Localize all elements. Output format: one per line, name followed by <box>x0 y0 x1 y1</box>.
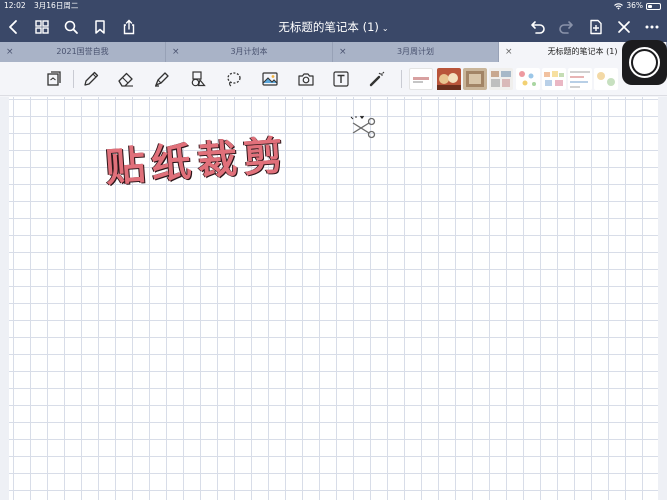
sticker-thumbnail[interactable] <box>409 68 433 90</box>
redo-button[interactable] <box>556 17 576 37</box>
handwritten-title-text: 贴纸裁剪 <box>103 131 291 192</box>
tab-label[interactable]: 3月周计划 <box>397 47 434 56</box>
more-button[interactable] <box>642 17 662 37</box>
status-left: 12:02 3月16日周二 <box>4 0 84 12</box>
chevron-down-icon[interactable]: ⌄ <box>382 24 389 33</box>
lasso-icon[interactable] <box>225 70 243 88</box>
add-page-icon[interactable] <box>588 19 604 35</box>
search-icon[interactable] <box>63 19 79 35</box>
more-icon[interactable] <box>644 19 660 35</box>
handwritten-title[interactable]: 贴纸裁剪 <box>104 129 375 195</box>
toolbar-divider <box>401 70 402 88</box>
reader-mode-button[interactable] <box>44 69 64 89</box>
status-bar: 12:02 3月16日周二 36% <box>0 0 667 12</box>
grid-button[interactable] <box>32 17 52 37</box>
tab-label[interactable]: 3月计划本 <box>230 47 267 56</box>
add-page-button[interactable] <box>586 17 606 37</box>
battery-icon <box>646 3 661 10</box>
pen-tool[interactable] <box>81 69 101 89</box>
wifi-icon <box>614 2 624 10</box>
tab-close-icon[interactable]: × <box>172 42 180 62</box>
redo-icon[interactable] <box>558 19 574 35</box>
laser-pointer-icon[interactable] <box>368 70 386 88</box>
tab-close-icon[interactable]: × <box>339 42 347 62</box>
sticker-thumbnail[interactable] <box>489 68 513 90</box>
camera-tool[interactable] <box>296 69 316 89</box>
tab-close-icon[interactable]: × <box>505 42 513 62</box>
pen-icon[interactable] <box>82 70 100 88</box>
share-icon[interactable] <box>121 19 137 35</box>
eraser-icon[interactable] <box>117 70 135 88</box>
shape-tool[interactable] <box>188 69 208 89</box>
status-right: 36% <box>614 0 661 12</box>
sticker-thumbnail[interactable] <box>594 68 618 90</box>
highlighter-icon[interactable] <box>153 70 171 88</box>
sticker-thumbnail[interactable] <box>437 68 461 90</box>
bookmark-button[interactable] <box>90 17 110 37</box>
lasso-tool[interactable] <box>224 69 244 89</box>
close-icon[interactable] <box>616 19 632 35</box>
camera-icon[interactable] <box>297 70 315 88</box>
tab-label[interactable]: 无标题的笔记本 (1) <box>548 47 618 56</box>
tab-close-icon[interactable]: × <box>6 42 14 62</box>
status-time: 12:02 <box>4 1 26 10</box>
sticker-thumbnail[interactable] <box>516 68 540 90</box>
text-box-icon[interactable] <box>332 70 350 88</box>
image-tool[interactable] <box>260 69 280 89</box>
shapes-icon[interactable] <box>189 70 207 88</box>
share-button[interactable] <box>119 17 139 37</box>
status-date: 3月16日周二 <box>34 1 79 10</box>
grid-page[interactable]: 贴纸裁剪 <box>9 97 658 500</box>
close-button[interactable] <box>614 17 634 37</box>
canvas-area: 贴纸裁剪 <box>0 97 667 500</box>
tool-bar <box>0 62 667 96</box>
laser-pointer-tool[interactable] <box>367 69 387 89</box>
bookmark-icon[interactable] <box>92 19 108 35</box>
back-button[interactable] <box>4 17 24 37</box>
image-icon[interactable] <box>261 70 279 88</box>
reader-mode-icon[interactable] <box>45 70 63 88</box>
notebook-title-text[interactable]: 无标题的笔记本 (1) <box>278 20 378 34</box>
battery-level <box>648 5 652 8</box>
screen-record-button[interactable] <box>622 40 667 85</box>
scissors-icon <box>350 115 376 139</box>
text-tool[interactable] <box>331 69 351 89</box>
grid-icon[interactable] <box>34 19 50 35</box>
sticker-thumbnail[interactable] <box>463 68 487 90</box>
sticker-thumbnail[interactable] <box>542 68 566 90</box>
search-button[interactable] <box>61 17 81 37</box>
tab-2021-planner[interactable]: × 2021国誉自我 <box>0 42 166 62</box>
record-icon <box>633 51 656 74</box>
battery-percent: 36% <box>626 1 643 10</box>
undo-icon[interactable] <box>530 19 546 35</box>
tab-bar: × 2021国誉自我 × 3月计划本 × 3月周计划 × 无标题的笔记本 (1) <box>0 42 667 62</box>
sticker-thumbnail[interactable] <box>568 68 592 90</box>
chevron-left-icon[interactable] <box>6 19 22 35</box>
tab-march-weekly[interactable]: × 3月周计划 <box>333 42 499 62</box>
toolbar-divider <box>73 70 74 88</box>
highlighter-tool[interactable] <box>152 69 172 89</box>
title-bar: 无标题的笔记本 (1) ⌄ <box>0 12 667 42</box>
tab-march-planner[interactable]: × 3月计划本 <box>166 42 333 62</box>
eraser-tool[interactable] <box>116 69 136 89</box>
undo-button[interactable] <box>528 17 548 37</box>
tab-label[interactable]: 2021国誉自我 <box>56 47 108 56</box>
